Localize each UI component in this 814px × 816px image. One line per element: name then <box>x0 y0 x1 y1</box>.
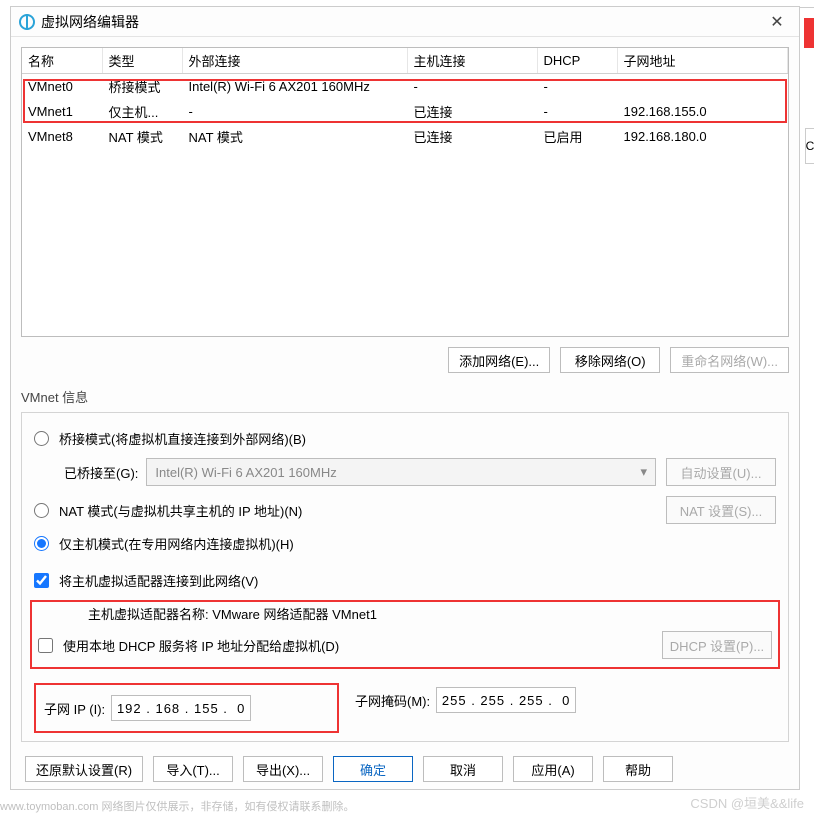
apply-button[interactable]: 应用(A) <box>513 756 593 782</box>
cancel-button[interactable]: 取消 <box>423 756 503 782</box>
remove-network-button[interactable]: 移除网络(O) <box>560 347 660 373</box>
dialog-content: 名称 类型 外部连接 主机连接 DHCP 子网地址 VMnet0 桥接模式 In… <box>11 37 799 786</box>
import-button[interactable]: 导入(T)... <box>153 756 233 782</box>
nat-label: NAT 模式(与虚拟机共享主机的 IP 地址)(N) <box>59 501 302 520</box>
table-row[interactable]: VMnet0 桥接模式 Intel(R) Wi-Fi 6 AX201 160MH… <box>22 74 788 100</box>
host-adapter-label: 将主机虚拟适配器连接到此网络(V) <box>59 571 258 590</box>
nat-radio[interactable] <box>34 503 49 518</box>
subnet-ip-input[interactable] <box>111 695 251 721</box>
outer-button-fragment: C <box>805 128 814 164</box>
watermark-left: www.toymoban.com 网络图片仅供展示，非存储，如有侵权请联系删除。 <box>0 798 354 814</box>
window-title: 虚拟网络编辑器 <box>41 12 139 32</box>
highlight-subnet: 子网 IP (I): <box>34 683 339 733</box>
dhcp-label: 使用本地 DHCP 服务将 IP 地址分配给虚拟机(D) <box>63 636 339 655</box>
highlight-adapter: 主机虚拟适配器名称: VMware 网络适配器 VMnet1 使用本地 DHCP… <box>30 600 780 669</box>
auto-settings-button: 自动设置(U)... <box>666 458 776 486</box>
help-button[interactable]: 帮助 <box>603 756 673 782</box>
outer-red-fragment <box>804 18 814 48</box>
dialog-buttons: 还原默认设置(R) 导入(T)... 导出(X)... 确定 取消 应用(A) … <box>21 756 789 782</box>
close-icon[interactable]: ✕ <box>763 10 791 34</box>
export-button[interactable]: 导出(X)... <box>243 756 323 782</box>
table-row[interactable]: VMnet8 NAT 模式 NAT 模式 已连接 已启用 192.168.180… <box>22 124 788 149</box>
titlebar: 虚拟网络编辑器 ✕ <box>11 7 799 37</box>
bridged-label: 桥接模式(将虚拟机直接连接到外部网络)(B) <box>59 429 306 448</box>
hostonly-radio[interactable] <box>34 536 49 551</box>
globe-icon <box>19 14 35 30</box>
col-name[interactable]: 名称 <box>22 48 102 74</box>
host-adapter-check-row[interactable]: 将主机虚拟适配器连接到此网络(V) <box>34 571 776 590</box>
group-title: VMnet 信息 <box>21 387 789 406</box>
bridged-radio-row[interactable]: 桥接模式(将虚拟机直接连接到外部网络)(B) <box>34 429 776 448</box>
nat-settings-button: NAT 设置(S)... <box>666 496 776 524</box>
col-host[interactable]: 主机连接 <box>407 48 537 74</box>
dhcp-settings-button: DHCP 设置(P)... <box>662 631 772 659</box>
vmnet-info-group: 桥接模式(将虚拟机直接连接到外部网络)(B) 已桥接至(G): Intel(R)… <box>21 412 789 742</box>
ok-button[interactable]: 确定 <box>333 756 413 782</box>
dialog: 虚拟网络编辑器 ✕ 名称 类型 外部连接 主机连接 DHCP 子网地址 <box>10 6 800 790</box>
hostonly-radio-row[interactable]: 仅主机模式(在专用网络内连接虚拟机)(H) <box>34 534 776 553</box>
dhcp-check-row[interactable]: 使用本地 DHCP 服务将 IP 地址分配给虚拟机(D) DHCP 设置(P).… <box>38 631 772 659</box>
bridged-to-select[interactable]: Intel(R) Wi-Fi 6 AX201 160MHz <box>146 458 656 486</box>
col-subnet[interactable]: 子网地址 <box>617 48 788 74</box>
watermark-right: CSDN @垣美&&life <box>690 793 804 812</box>
add-network-button[interactable]: 添加网络(E)... <box>448 347 550 373</box>
bridged-radio[interactable] <box>34 431 49 446</box>
bridged-to-label: 已桥接至(G): <box>64 463 138 482</box>
subnet-ip-label: 子网 IP (I): <box>44 699 105 718</box>
nat-radio-row[interactable]: NAT 模式(与虚拟机共享主机的 IP 地址)(N) NAT 设置(S)... <box>34 496 776 524</box>
hostonly-label: 仅主机模式(在专用网络内连接虚拟机)(H) <box>59 534 294 553</box>
col-dhcp[interactable]: DHCP <box>537 48 617 74</box>
host-adapter-checkbox[interactable] <box>34 573 49 588</box>
col-ext[interactable]: 外部连接 <box>182 48 407 74</box>
dhcp-checkbox[interactable] <box>38 638 53 653</box>
bridged-to-row: 已桥接至(G): Intel(R) Wi-Fi 6 AX201 160MHz 自… <box>64 458 776 486</box>
adapter-name: 主机虚拟适配器名称: VMware 网络适配器 VMnet1 <box>88 604 772 623</box>
col-type[interactable]: 类型 <box>102 48 182 74</box>
rename-network-button: 重命名网络(W)... <box>670 347 789 373</box>
subnet-mask-label: 子网掩码(M): <box>355 691 430 710</box>
table-row[interactable]: VMnet1 仅主机... - 已连接 - 192.168.155.0 <box>22 99 788 124</box>
subnet-mask-input[interactable] <box>436 687 576 713</box>
network-buttons: 添加网络(E)... 移除网络(O) 重命名网络(W)... <box>21 347 789 373</box>
network-table: 名称 类型 外部连接 主机连接 DHCP 子网地址 VMnet0 桥接模式 In… <box>21 47 789 337</box>
restore-defaults-button[interactable]: 还原默认设置(R) <box>25 756 143 782</box>
